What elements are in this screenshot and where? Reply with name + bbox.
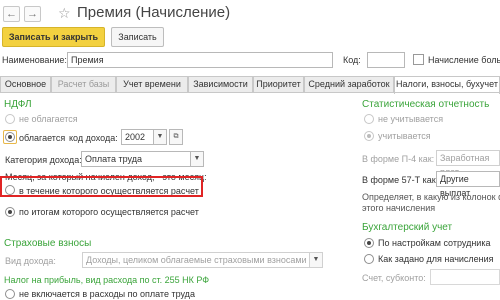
highlight-annotation <box>0 176 203 197</box>
tab-priority[interactable]: Приоритет <box>253 76 304 93</box>
by-employee-radio[interactable] <box>364 238 374 248</box>
insurance-heading: Страховые взносы <box>4 238 92 249</box>
form-57t-field[interactable]: Другие выплат <box>436 171 500 198</box>
title-bar: ← → ☆ Премия (Начисление) <box>0 0 500 28</box>
accounting-heading: Бухгалтерский учет <box>362 222 453 233</box>
ndfl-taxed-radio[interactable] <box>5 132 15 142</box>
profit-tax-not-included-label: не включается в расходы по оплате труда <box>19 289 195 299</box>
tab-dependencies[interactable]: Зависимости <box>188 76 253 93</box>
open-icon: ⧉ <box>173 133 179 140</box>
profit-tax-heading: Налог на прибыль, вид расхода по ст. 255… <box>4 275 210 285</box>
arrow-right-icon: → <box>27 8 38 20</box>
save-button[interactable]: Записать <box>111 27 164 47</box>
name-label: Наименование: <box>2 55 67 65</box>
income-kind-label: Вид дохода: <box>5 256 56 266</box>
income-kind-field[interactable]: Доходы, целиком облагаемые страховыми вз… <box>82 252 311 268</box>
ndfl-taxed-label: облагается <box>19 133 66 143</box>
window-title: Премия (Начисление) <box>77 4 231 21</box>
ndfl-heading: НДФЛ <box>4 99 32 110</box>
forward-button[interactable]: → <box>24 6 41 22</box>
ndfl-not-taxed-label: не облагается <box>19 114 78 124</box>
as-in-accrual-label: Как задано для начисления <box>378 254 494 264</box>
income-category-label: Категория дохода: <box>5 155 82 165</box>
income-kind-dropdown[interactable]: ▼ <box>309 252 323 268</box>
code-label: Код: <box>343 55 361 65</box>
month-result-label: по итогам которого осуществляется расчет <box>19 207 199 217</box>
income-category-field[interactable]: Оплата труда <box>81 151 192 167</box>
income-code-label: код дохода: <box>69 133 118 143</box>
income-category-dropdown[interactable]: ▼ <box>190 151 204 167</box>
stat-note-line2: этого начисления <box>362 203 436 213</box>
by-employee-label: По настройкам сотрудника <box>378 238 491 248</box>
arrow-left-icon: ← <box>6 8 17 20</box>
account-label: Счет, субконто: <box>362 273 426 283</box>
stat-counted-radio[interactable] <box>364 131 374 141</box>
profit-tax-not-included-radio[interactable] <box>5 289 15 299</box>
stat-heading: Статистическая отчетность <box>362 99 490 110</box>
form-p4-field[interactable]: Заработная плат <box>436 150 500 177</box>
chevron-down-icon: ▼ <box>193 155 201 162</box>
stat-counted-label: учитывается <box>378 131 431 141</box>
form-p4-label: В форме П-4 как: <box>362 154 435 164</box>
chevron-down-icon: ▼ <box>312 256 320 263</box>
star-icon[interactable]: ☆ <box>58 5 71 22</box>
tabs-divider <box>0 92 500 93</box>
code-field[interactable] <box>367 52 405 68</box>
stat-not-counted-label: не учитывается <box>378 114 444 124</box>
account-field[interactable] <box>430 269 500 285</box>
back-button[interactable]: ← <box>3 6 20 22</box>
tab-time-tracking[interactable]: Учет времени <box>116 76 188 93</box>
stat-not-counted-radio[interactable] <box>364 114 374 124</box>
as-in-accrual-radio[interactable] <box>364 254 374 264</box>
income-code-open-button[interactable]: ⧉ <box>169 129 183 145</box>
save-and-close-button[interactable]: Записать и закрыть <box>2 27 105 47</box>
stat-note-line1: Определяет, в какую из колонок ф <box>362 192 500 202</box>
form-57t-label: В форме 57-Т как: <box>362 175 439 185</box>
income-code-dropdown[interactable]: ▼ <box>153 129 167 145</box>
sick-accrual-checkbox[interactable] <box>413 54 424 65</box>
month-result-radio[interactable] <box>5 207 15 217</box>
chevron-down-icon: ▼ <box>156 133 164 140</box>
sick-accrual-label: Начисление больн <box>428 55 500 65</box>
tab-main[interactable]: Основное <box>0 76 51 93</box>
ndfl-not-taxed-radio[interactable] <box>5 114 15 124</box>
tab-base-calc[interactable]: Расчет базы <box>51 76 116 93</box>
tab-average-earnings[interactable]: Средний заработок <box>304 76 394 93</box>
name-field[interactable]: Премия <box>67 52 333 68</box>
